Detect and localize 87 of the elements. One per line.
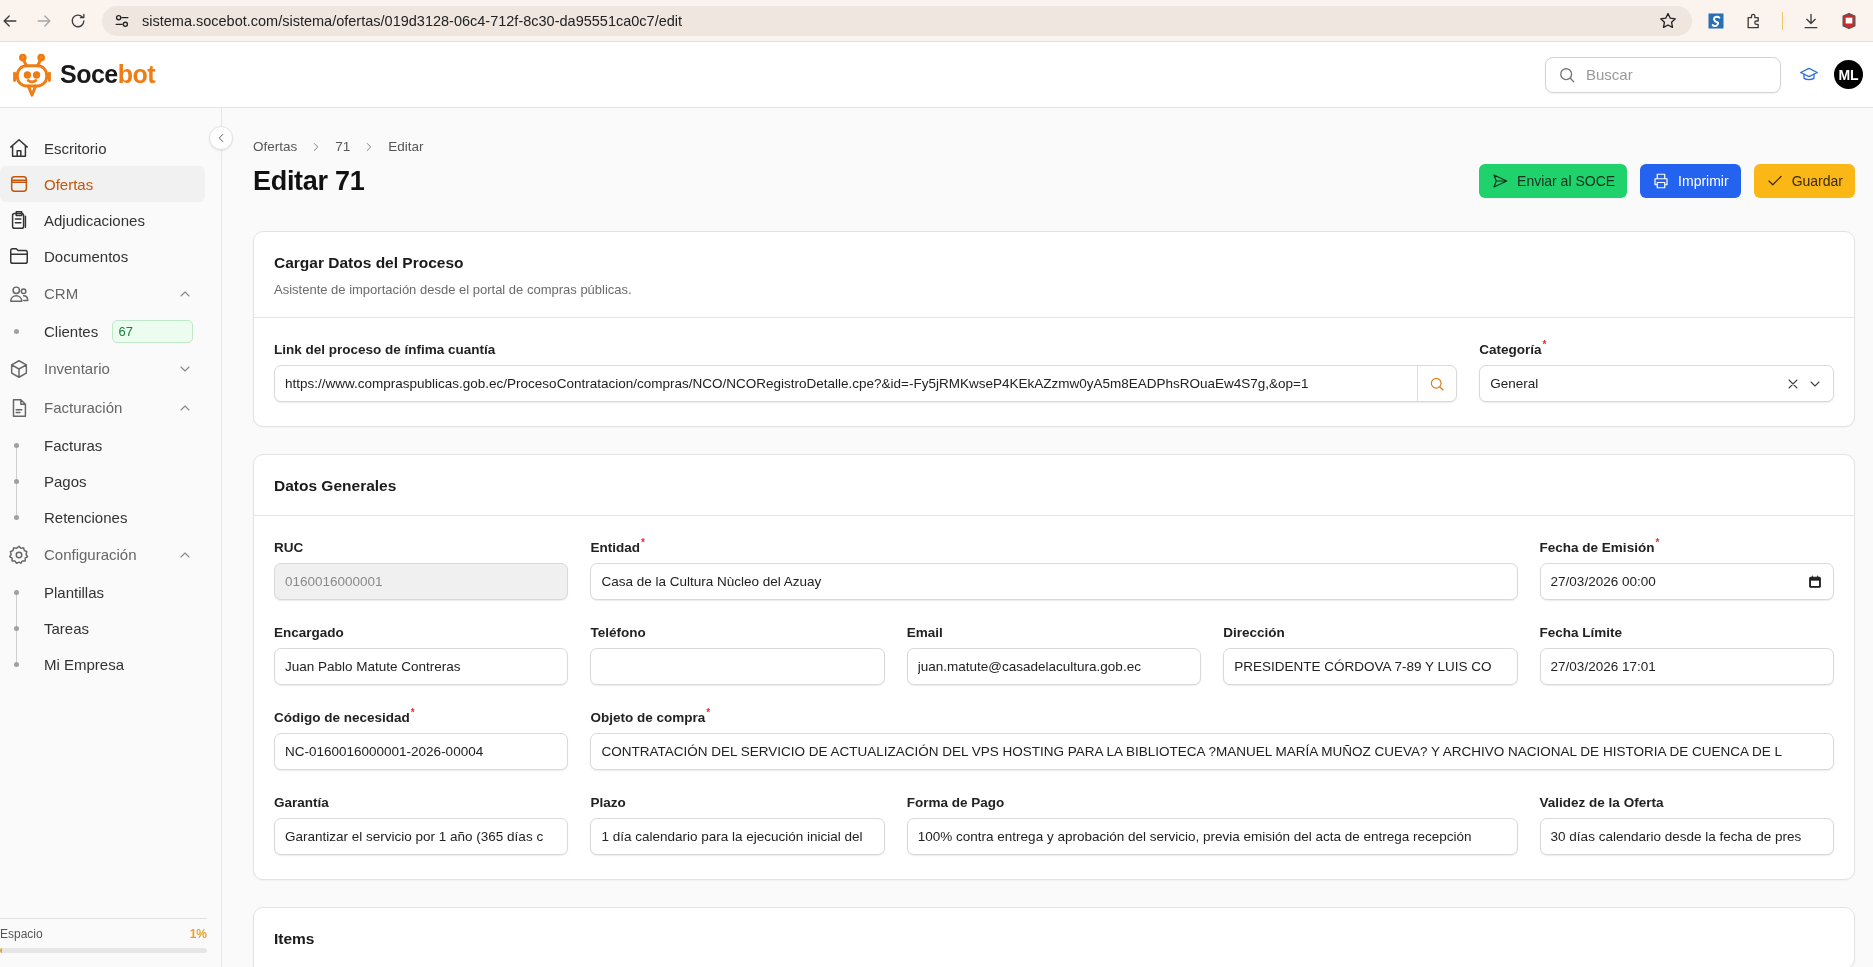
field-label: Validez de la Oferta [1539, 795, 1665, 810]
field-label: Categoría* [1479, 342, 1548, 357]
field-label: Garantía [274, 795, 330, 810]
field-label: Objeto de compra* [590, 710, 712, 725]
address-bar[interactable]: sistema.socebot.com/sistema/ofertas/019d3128-06c4-712f-8c30-da95551ca0c7/edit [102, 5, 1692, 36]
field-label: Fecha Límite [1539, 625, 1624, 640]
required-mark: * [640, 537, 645, 550]
save-button[interactable]: Guardar [1753, 164, 1855, 198]
category-select[interactable]: General [1479, 365, 1834, 402]
field-label: Plazo [590, 795, 627, 810]
field-label: RUC [274, 540, 305, 555]
bullet-dot [14, 514, 19, 520]
user-avatar[interactable]: ML [1834, 60, 1863, 89]
field-label: Forma de Pago [906, 795, 1006, 810]
field-label: Email [906, 625, 944, 640]
sidebar-item[interactable]: Mi Empresa [0, 646, 205, 682]
input-field[interactable]: CONTRATACIÓN DEL SERVICIO DE ACTUALIZACIÓN DEL VPS HOSTING PARA LA BIBLIOTECA ?MANUEL MARÍA MUÑOZ CUEVA? Y ARCHIVO NACIONAL DE HISTORIA DE CUENCA DE L [590, 733, 1834, 770]
logo-text: Socebot [60, 60, 156, 89]
page-title: Editar 71 [253, 165, 366, 197]
required-mark: * [1655, 537, 1660, 550]
bullet-dot [14, 589, 19, 595]
send-icon [1491, 172, 1510, 190]
sidebar-group[interactable]: Inventario [0, 349, 205, 388]
bullet-dot [14, 478, 19, 484]
sidebar-item[interactable]: Plantillas [0, 574, 205, 610]
print-button[interactable]: Imprimir [1640, 164, 1741, 198]
breadcrumb-current: Editar [388, 139, 424, 154]
input-field[interactable]: NC-0160016000001-2026-00004 [274, 733, 569, 770]
input-field[interactable]: PRESIDENTE CÓRDOVA 7-89 Y LUIS CO [1223, 648, 1518, 685]
cube-icon [8, 357, 30, 380]
required-mark: * [410, 707, 415, 720]
field-label: Encargado [274, 625, 345, 640]
section-subtitle: Asistente de importación desde el portal de compras públicas. [274, 282, 633, 297]
input-field[interactable]: juan.matute@casadelacultura.gob.ec [906, 648, 1202, 685]
breadcrumb-link[interactable]: Ofertas [253, 139, 298, 154]
storage-percent: 1% [189, 927, 207, 941]
search-field[interactable]: Buscar [1545, 56, 1781, 93]
sidebar-item[interactable]: Retenciones [0, 499, 205, 535]
robot-logo-icon [10, 52, 54, 97]
sidebar-item[interactable]: Pagos [0, 463, 205, 499]
section-title: Datos Generales [274, 477, 398, 495]
section-title: Items [274, 930, 316, 948]
sidebar-item[interactable]: Ofertas [0, 166, 205, 202]
url-field[interactable]: https://www.compraspublicas.gob.ec/ProcesoContratacion/compras/NCO/NCORegistroDetalle.cpe?&id=-Fy5jRMKwseP4KEkAZzmw0yA5m8EADPhsROuaEw4S7g,&op=1 [274, 365, 1458, 402]
field-label: Link del proceso de ínfima cuantía [274, 342, 497, 357]
folder-icon [8, 245, 30, 267]
sidebar-item[interactable]: Facturas [0, 427, 205, 463]
field-label: Fecha de Emisión* [1539, 540, 1661, 555]
calendar-icon[interactable] [1807, 573, 1823, 590]
input-field[interactable] [590, 648, 885, 685]
bullet-dot [14, 328, 19, 334]
sidebar-item[interactable]: Adjudicaciones [0, 202, 205, 238]
input-field[interactable]: 1 día calendario para la ejecución inicial del [590, 818, 885, 855]
field-label: Código de necesidad* [274, 710, 416, 725]
bullet-dot [14, 625, 19, 631]
required-mark: * [706, 707, 711, 720]
bookmark-star-icon[interactable] [1658, 10, 1678, 31]
sidebar-item[interactable]: Escritorio [0, 130, 205, 166]
required-mark: * [1542, 339, 1547, 352]
sidebar-group[interactable]: CRM [0, 274, 205, 313]
sidebar-group[interactable]: Configuración [0, 535, 205, 574]
input-field[interactable]: Garantizar el servicio por 1 año (365 días c [274, 818, 569, 855]
tray-icon [8, 173, 30, 195]
breadcrumb-link[interactable]: 71 [335, 139, 351, 154]
sidebar-item[interactable]: Tareas [0, 610, 205, 646]
field-label: Dirección [1223, 625, 1286, 640]
input-field[interactable]: 27/03/2026 17:01 [1539, 648, 1834, 685]
field-label: Teléfono [590, 625, 647, 640]
sidebar-group[interactable]: Facturación [0, 388, 205, 427]
section-title: Cargar Datos del Proceso [274, 254, 465, 272]
settings-icon [8, 543, 30, 566]
input-field[interactable]: 100% contra entrega y aprobación del servicio, previa emisión del acta de entrega recepción [906, 818, 1518, 855]
count-badge: 67 [111, 319, 193, 343]
url-text: sistema.socebot.com/sistema/ofertas/019d3128-06c4-712f-8c30-da95551ca0c7/edit [142, 12, 683, 29]
printer-icon [1652, 172, 1671, 190]
sidebar-item[interactable]: Clientes 67 [0, 313, 205, 349]
bullet-dot [14, 442, 19, 448]
send-button[interactable]: Enviar al SOCE [1479, 164, 1628, 198]
bullet-dot [14, 661, 19, 667]
input-field[interactable]: 30 días calendario desde la fecha de pres [1539, 818, 1834, 855]
sidebar-item[interactable]: Documentos [0, 238, 205, 274]
datetime-field[interactable]: 27/03/2026 00:00 [1539, 563, 1834, 600]
field-label: Entidad* [590, 540, 646, 555]
storage-label: Espacio [0, 927, 43, 941]
input-field[interactable]: Casa de la Cultura Nùcleo del Azuay [590, 563, 1518, 600]
input-field[interactable]: Juan Pablo Matute Contreras [274, 648, 569, 685]
house-icon [8, 137, 30, 159]
